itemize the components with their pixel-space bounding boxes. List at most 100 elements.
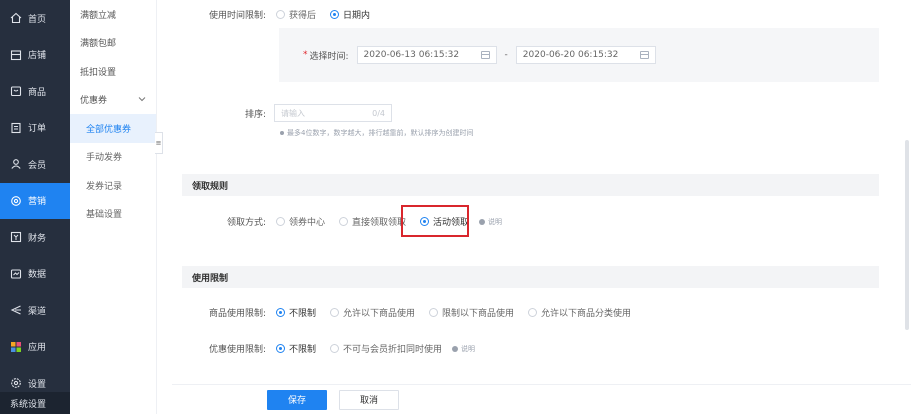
goods-limit-label: 商品使用限制:	[208, 309, 266, 319]
time-limit-label: 使用时间限制:	[208, 11, 266, 21]
radio-within-date[interactable]: 日期内	[330, 8, 370, 21]
sort-hint: 最多4位数字，数字越大，排行越靠前，默认排序为创建时间	[280, 128, 473, 138]
radio-label: 不限制	[289, 345, 317, 355]
data-icon	[10, 268, 22, 280]
nav-order-label: 订单	[28, 124, 47, 135]
radio-dot	[330, 308, 340, 317]
radio-direct-claim[interactable]: 直接领取领取	[339, 215, 406, 228]
nav-order[interactable]: 订单	[0, 110, 70, 147]
marketing-submenu: 满额立减 满额包邮 抵扣设置 优惠券 全部优惠券 手动发券 发券记录 基础设置	[70, 0, 157, 414]
radio-label: 获得后	[289, 11, 317, 21]
radio-goods-unlimited[interactable]: 不限制	[276, 306, 316, 319]
nav-channel[interactable]: 渠道	[0, 292, 70, 329]
usage-limits-header: 使用限制	[182, 266, 879, 288]
radio-dot	[339, 217, 349, 226]
nav-goods[interactable]: 商品	[0, 73, 70, 110]
submenu-item-deduction[interactable]: 抵扣设置	[70, 57, 156, 86]
discount-limit-row: 优惠使用限制: 不限制 不可与会员折扣同时使用 说明	[182, 342, 475, 355]
sort-hint-text: 最多4位数字，数字越大，排行越靠前，默认排序为创建时间	[287, 129, 474, 137]
submenu-child-issue-records[interactable]: 发券记录	[70, 171, 156, 200]
radio-dot	[429, 308, 439, 317]
system-settings-link[interactable]: 系统设置	[0, 392, 70, 414]
radio-label: 直接领取领取	[352, 218, 407, 228]
main-sidebar: 首页 店铺 商品 订单 会员 营销 财务 数据 渠道 应用 设置 系统设置	[0, 0, 70, 414]
date-separator: -	[504, 50, 508, 60]
help-icon	[479, 218, 486, 225]
select-time-label: 选择时间:	[309, 51, 349, 62]
channel-icon	[10, 304, 22, 316]
sort-row: 排序: 请输入 0/4	[182, 104, 392, 122]
select-time-row: * 选择时间: 2020-06-13 06:15:32 - 2020-06-20…	[303, 46, 656, 64]
radio-dot	[330, 344, 340, 353]
submenu-group-coupons[interactable]: 优惠券	[70, 86, 156, 115]
cancel-button[interactable]: 取消	[339, 389, 399, 410]
required-mark: *	[303, 50, 308, 60]
nav-data[interactable]: 数据	[0, 256, 70, 293]
start-date-input[interactable]: 2020-06-13 06:15:32	[356, 46, 497, 64]
start-date-value: 2020-06-13 06:15:32	[363, 50, 460, 60]
radio-dot	[330, 10, 340, 19]
submenu-item-full-reduction[interactable]: 满额立减	[70, 0, 156, 29]
radio-goods-category[interactable]: 允许以下商品分类使用	[528, 306, 631, 319]
calendar-icon	[480, 51, 490, 59]
discount-limit-label: 优惠使用限制:	[208, 345, 266, 355]
end-date-input[interactable]: 2020-06-20 06:15:32	[515, 46, 656, 64]
main-content: 使用时间限制: 获得后 日期内 * 选择时间: 2020-06-13 06:15…	[172, 0, 911, 414]
nav-home-label: 首页	[28, 14, 47, 25]
radio-coupon-center[interactable]: 领券中心	[276, 215, 325, 228]
submenu-group-label: 优惠券	[80, 96, 108, 107]
nav-store-label: 店铺	[28, 51, 47, 62]
info-dot-icon	[280, 131, 284, 135]
help-text: 说明	[461, 344, 476, 353]
sort-input[interactable]: 请输入 0/4	[274, 104, 392, 122]
nav-marketing-label: 营销	[28, 197, 47, 208]
radio-dot	[276, 217, 285, 226]
radio-label: 允许以下商品使用	[343, 309, 416, 319]
nav-store[interactable]: 店铺	[0, 37, 70, 74]
chevron-down-icon	[138, 95, 146, 105]
nav-finance[interactable]: 财务	[0, 219, 70, 256]
claim-method-label: 领取方式:	[226, 218, 266, 228]
order-icon	[10, 122, 22, 134]
nav-home[interactable]: 首页	[0, 0, 70, 37]
nav-goods-label: 商品	[28, 87, 47, 98]
nav-apps[interactable]: 应用	[0, 329, 70, 366]
collapse-submenu-icon[interactable]: ≡	[155, 132, 163, 154]
radio-label: 允许以下商品分类使用	[541, 309, 632, 319]
vertical-scrollbar[interactable]	[905, 140, 909, 330]
nav-marketing[interactable]: 营销	[0, 182, 70, 219]
submenu-child-manual-issue[interactable]: 手动发券	[70, 143, 156, 172]
radio-dot	[276, 10, 285, 19]
nav-member[interactable]: 会员	[0, 146, 70, 183]
radio-label: 限制以下商品使用	[442, 309, 515, 319]
radio-label: 日期内	[343, 11, 371, 21]
submenu-child-basic-settings[interactable]: 基础设置	[70, 200, 156, 229]
nav-member-label: 会员	[28, 160, 47, 171]
highlight-box	[401, 205, 469, 237]
end-date-value: 2020-06-20 06:15:32	[522, 50, 619, 60]
form-footer: 保存 取消	[172, 384, 911, 414]
calendar-icon	[639, 51, 649, 59]
sort-label: 排序:	[244, 109, 266, 120]
save-button[interactable]: 保存	[267, 389, 327, 410]
radio-discount-unlimited[interactable]: 不限制	[276, 342, 316, 355]
settings-icon	[10, 377, 22, 389]
radio-goods-allow[interactable]: 允许以下商品使用	[330, 306, 415, 319]
discount-help[interactable]: 说明	[452, 344, 475, 354]
radio-discount-exclusive[interactable]: 不可与会员折扣同时使用	[330, 342, 442, 355]
time-limit-row: 使用时间限制: 获得后 日期内	[182, 8, 384, 21]
home-icon	[10, 12, 22, 24]
radio-after-obtain[interactable]: 获得后	[276, 8, 316, 21]
apps-icon	[10, 341, 22, 353]
radio-dot	[276, 344, 285, 353]
submenu-item-free-shipping[interactable]: 满额包邮	[70, 29, 156, 58]
submenu-child-all-coupons[interactable]: 全部优惠券	[70, 114, 156, 143]
sort-placeholder: 请输入	[281, 108, 305, 118]
marketing-icon	[10, 195, 22, 207]
date-range-panel: * 选择时间: 2020-06-13 06:15:32 - 2020-06-20…	[279, 28, 879, 82]
claim-rules-header: 领取规则	[182, 174, 879, 196]
finance-icon	[10, 231, 22, 243]
radio-goods-restrict[interactable]: 限制以下商品使用	[429, 306, 514, 319]
goods-limit-row: 商品使用限制: 不限制 允许以下商品使用 限制以下商品使用 允许以下商品分类使用	[182, 306, 645, 319]
claim-help[interactable]: 说明	[479, 217, 502, 227]
